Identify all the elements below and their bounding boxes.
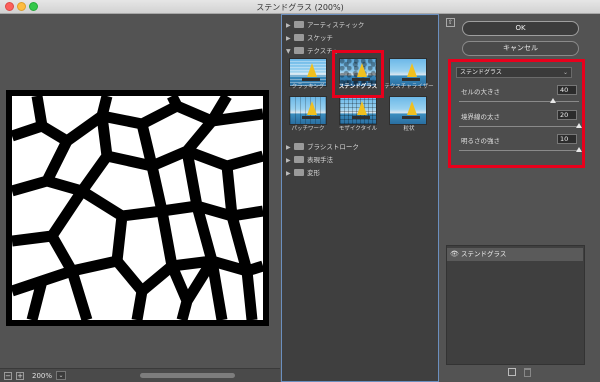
collapsed-arrow-icon: ▶ [286, 22, 291, 29]
folder-icon [294, 21, 304, 28]
thumb-mosaic-tiles[interactable] [339, 96, 377, 125]
thumb-label: 粒状 [403, 126, 415, 132]
preview-bottom-bar: − + 200% ⌄ [0, 368, 280, 382]
folder-icon [294, 47, 304, 54]
collapsed-arrow-icon: ▶ [286, 157, 291, 164]
folder-icon [294, 156, 304, 163]
preview-canvas[interactable] [6, 90, 269, 326]
title-bar: ステンドグラス (200%) [0, 0, 600, 14]
stained-glass-highlight [332, 50, 384, 98]
collapsed-arrow-icon: ▶ [286, 144, 291, 151]
folder-icon [294, 169, 304, 176]
category-distort[interactable]: ▶ 変形 [286, 167, 320, 178]
category-label: 表現手法 [307, 156, 333, 164]
folder-icon [294, 34, 304, 41]
effect-layers-panel [446, 245, 585, 365]
trash-icon[interactable] [524, 368, 531, 377]
zoom-level: 200% [32, 372, 53, 380]
effect-layer-label: ステンドグラス [461, 250, 507, 258]
zoom-dropdown[interactable]: ⌄ [56, 371, 66, 380]
stained-glass-preview [12, 96, 263, 320]
filter-gallery-window: ステンドグラス (200%) − + 200% ⌄ ▶ アーティスティック ▶ … [0, 0, 600, 382]
zoom-in-button[interactable]: + [16, 372, 24, 380]
category-artistic[interactable]: ▶ アーティスティック [286, 19, 364, 30]
category-artistic-effects[interactable]: ▶ 表現手法 [286, 154, 333, 165]
collapse-gallery-button[interactable]: ⇧ [446, 18, 455, 27]
thumb-label: テクスチャライザー [384, 84, 434, 90]
category-label: 変形 [307, 169, 320, 177]
category-brush-strokes[interactable]: ▶ ブラシストローク [286, 141, 359, 152]
collapsed-arrow-icon: ▶ [286, 35, 291, 42]
zoom-out-button[interactable]: − [4, 372, 12, 380]
thumb-label: モザイクタイル [338, 126, 378, 132]
cancel-button[interactable]: キャンセル [462, 41, 579, 56]
expanded-arrow-icon: ▼ [286, 48, 291, 55]
new-effect-layer-icon[interactable] [508, 368, 516, 376]
settings-highlight [448, 59, 585, 168]
category-label: アーティスティック [307, 21, 365, 29]
category-sketch[interactable]: ▶ スケッチ [286, 32, 333, 43]
category-label: スケッチ [307, 34, 333, 42]
thumb-patchwork[interactable] [289, 96, 327, 125]
eye-icon[interactable]: 👁 [450, 248, 459, 261]
collapsed-arrow-icon: ▶ [286, 170, 291, 177]
thumb-label: パッチワーク [291, 126, 325, 132]
horizontal-scrollbar[interactable] [140, 373, 235, 378]
window-title: ステンドグラス (200%) [256, 3, 344, 12]
preview-area[interactable] [0, 14, 280, 368]
thumb-grain[interactable] [389, 96, 427, 125]
thumb-label: クラッキング [291, 84, 325, 90]
folder-icon [294, 143, 304, 150]
category-label: ブラシストローク [307, 143, 359, 151]
ok-button[interactable]: OK [462, 21, 579, 36]
effect-layer-row[interactable]: 👁 ステンドグラス [447, 248, 583, 261]
